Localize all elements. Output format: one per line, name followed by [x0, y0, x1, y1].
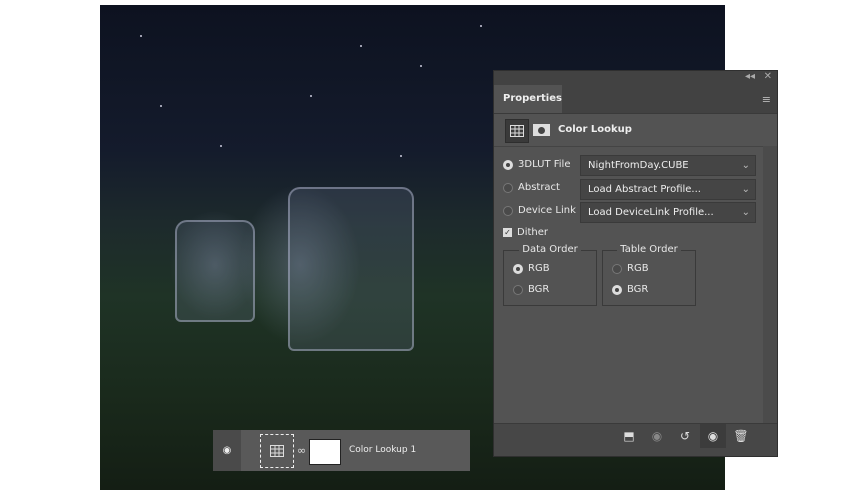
clip-to-layer-icon[interactable]: ⬒ [616, 424, 642, 448]
data-order-bgr[interactable]: BGR [513, 284, 549, 295]
option-label: Abstract [518, 182, 560, 193]
small-jar [175, 220, 255, 322]
adjustment-title: Color Lookup [558, 124, 632, 135]
table-order-group: Table Order RGB BGR [602, 244, 696, 306]
select-value: Load Abstract Profile... [588, 184, 701, 195]
3dlut-select[interactable]: NightFromDay.CUBE ⌄ [580, 155, 756, 176]
layer-visibility-eye-icon[interactable]: ◉ [213, 430, 241, 471]
chevron-down-icon: ⌄ [741, 160, 750, 171]
group-title: Data Order [519, 244, 581, 255]
panel-menu-icon[interactable]: ≡ [762, 93, 771, 106]
mask-icon[interactable] [533, 124, 550, 136]
layer-mask-thumbnail[interactable] [309, 439, 341, 465]
chevron-down-icon: ⌄ [741, 207, 750, 218]
tab-properties[interactable]: Properties [494, 85, 562, 113]
option-device-link[interactable]: Device Link [503, 205, 576, 216]
visibility-eye-icon[interactable]: ◉ [700, 424, 726, 448]
link-icon[interactable]: ∞ [297, 444, 306, 457]
select-value: Load DeviceLink Profile... [588, 207, 714, 218]
group-title: Table Order [617, 244, 681, 255]
layer-name: Color Lookup 1 [349, 445, 417, 455]
option-label: RGB [627, 263, 649, 274]
devicelink-select[interactable]: Load DeviceLink Profile... ⌄ [580, 202, 756, 223]
radio-device-link[interactable] [503, 205, 513, 216]
reset-icon[interactable]: ↺ [672, 424, 698, 448]
close-icon[interactable]: ✕ [764, 71, 772, 82]
option-label: 3DLUT File [518, 159, 571, 170]
large-jar [288, 187, 414, 351]
properties-panel: ◂◂ ✕ Properties ≡ Color Lookup 3DLUT File … [493, 70, 778, 457]
option-3dlut[interactable]: 3DLUT File [503, 159, 570, 170]
select-value: NightFromDay.CUBE [588, 160, 689, 171]
view-previous-icon[interactable]: ◉ [644, 424, 670, 448]
checkbox-checked-icon[interactable]: ✓ [503, 228, 512, 237]
radio-3dlut[interactable] [503, 159, 513, 170]
table-order-bgr[interactable]: BGR [612, 284, 648, 295]
data-order-group: Data Order RGB BGR [503, 244, 597, 306]
radio-abstract[interactable] [503, 182, 513, 193]
option-label: BGR [528, 284, 550, 295]
scrollbar[interactable] [763, 146, 777, 425]
collapse-icon[interactable]: ◂◂ [745, 71, 755, 82]
option-label: Device Link [518, 205, 576, 216]
trash-icon[interactable]: 🗑 [728, 424, 754, 448]
table-order-rgb[interactable]: RGB [612, 263, 649, 274]
option-label: BGR [627, 284, 649, 295]
dither-checkbox[interactable]: ✓ Dither [503, 227, 548, 238]
layer-row[interactable]: ◉ ∞ Color Lookup 1 [213, 430, 470, 471]
abstract-select[interactable]: Load Abstract Profile... ⌄ [580, 179, 756, 200]
option-label: RGB [528, 263, 550, 274]
layer-adjustment-thumbnail-icon[interactable] [260, 434, 294, 468]
adjustment-grid-icon[interactable] [505, 119, 529, 143]
dither-label: Dither [517, 227, 549, 238]
option-abstract[interactable]: Abstract [503, 182, 560, 193]
chevron-down-icon: ⌄ [741, 184, 750, 195]
data-order-rgb[interactable]: RGB [513, 263, 550, 274]
